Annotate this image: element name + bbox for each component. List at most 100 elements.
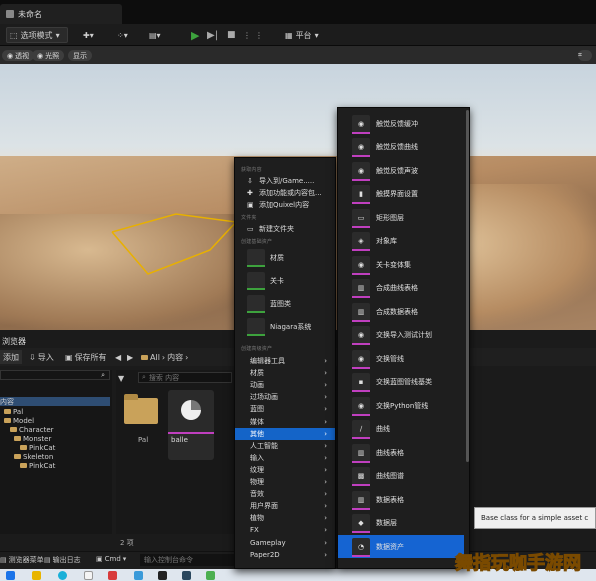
import-icon: ⇩ xyxy=(29,352,36,362)
save-all-button[interactable]: ▣ 保存所有 xyxy=(62,350,110,364)
menu-item-new-folder[interactable]: ▭ 新建文件夹 xyxy=(235,223,335,235)
folder-icon xyxy=(14,436,21,441)
tree-item-character[interactable]: Character xyxy=(10,425,54,434)
submenu-item[interactable]: 人工智能 › xyxy=(235,440,335,452)
create-niagara-button[interactable]: Niagara系统 xyxy=(247,318,333,336)
perspective-button[interactable]: ◉ 透视 xyxy=(2,50,35,61)
item-count: 2 项 xyxy=(120,539,134,547)
create-material-button[interactable]: 材质 xyxy=(247,249,333,267)
other-menu-item[interactable]: ◉ 交换导入测试计划 xyxy=(338,324,464,347)
filter-icon[interactable]: ▼ xyxy=(118,374,132,383)
submenu-item[interactable]: 输入 › xyxy=(235,452,335,464)
submenu-item[interactable]: 蓝图 › xyxy=(235,403,335,415)
app-icon-2[interactable] xyxy=(108,571,117,580)
blueprint-button[interactable]: ⁘▾ xyxy=(114,27,131,43)
back-button[interactable]: ◀ xyxy=(112,350,124,364)
tree-item-model[interactable]: Model xyxy=(4,416,34,425)
submenu-item[interactable]: 动画 › xyxy=(235,379,335,391)
submenu-item[interactable]: 其他 › xyxy=(235,427,335,440)
submenu-item[interactable]: 物理 › xyxy=(235,476,335,488)
explorer-icon[interactable] xyxy=(32,571,41,580)
submenu-item[interactable]: 材质 › xyxy=(235,367,335,379)
start-icon[interactable] xyxy=(6,571,15,580)
asset-search-input[interactable]: ⌕ 搜索 内容 xyxy=(138,372,232,383)
other-menu-item[interactable]: ◉ 交换Python管线 xyxy=(338,394,464,417)
other-menu-item[interactable]: ▪ 交换蓝图管线基类 xyxy=(338,371,464,394)
tree-item-pal[interactable]: Pal xyxy=(4,407,23,416)
submenu-scrollbar[interactable] xyxy=(466,110,469,462)
other-menu-item[interactable]: ◉ 交换管线 xyxy=(338,347,464,370)
other-menu-item[interactable]: ▥ 合成数据表格 xyxy=(338,300,464,323)
submenu-item[interactable]: 过场动画 › xyxy=(235,391,335,403)
chevron-right-icon: › xyxy=(324,514,327,523)
submenu-item[interactable]: 媒体 › xyxy=(235,416,335,428)
folder-icon xyxy=(4,409,11,414)
breadcrumb-content[interactable]: 内容 xyxy=(167,352,183,363)
edge-icon[interactable] xyxy=(58,571,67,580)
asset-tile-balle[interactable]: balle xyxy=(168,390,214,460)
other-menu-item[interactable]: ◉ 触觉反馈缓冲 xyxy=(338,112,464,135)
submenu-item[interactable]: 音效 › xyxy=(235,488,335,500)
asset-tile-pal[interactable] xyxy=(122,394,160,426)
tree-item-pinkcat-2[interactable]: PinkCat xyxy=(20,461,55,470)
create-blueprint-button[interactable]: 蓝图类 xyxy=(247,295,333,313)
breadcrumb-all[interactable]: All xyxy=(150,353,160,362)
unreal-icon[interactable] xyxy=(158,571,167,580)
viewport-options-button[interactable]: ⌗ xyxy=(578,50,592,61)
document-tab[interactable]: 未命名 xyxy=(0,4,122,24)
other-menu-item[interactable]: ▥ 数据表格 xyxy=(338,488,464,511)
menu-item-quixel[interactable]: ▣ 添加Quixel内容 xyxy=(235,199,335,211)
lighting-button[interactable]: ◉ 光照 xyxy=(32,50,65,61)
add-button[interactable]: 添加 xyxy=(0,350,22,364)
submenu-item[interactable]: Paper2D › xyxy=(235,549,335,561)
other-menu-item[interactable]: ◉ 关卡变体集 xyxy=(338,253,464,276)
import-button[interactable]: ⇩ 导入 xyxy=(26,350,57,364)
tree-item-skeleton[interactable]: Skeleton xyxy=(14,452,53,461)
submenu-item[interactable]: Gameplay › xyxy=(235,537,335,549)
submenu-item[interactable]: 编辑器工具 › xyxy=(235,355,335,367)
create-level-button[interactable]: 关卡 xyxy=(247,272,333,290)
chevron-right-icon: › xyxy=(324,429,327,438)
step-button[interactable]: ▶| xyxy=(204,27,221,43)
tree-search-input[interactable]: ⌕ xyxy=(0,370,110,380)
app-icon[interactable] xyxy=(84,571,93,580)
other-menu-item[interactable]: ▮ 触摸界面设置 xyxy=(338,183,464,206)
forward-button[interactable]: ▶ xyxy=(124,350,136,364)
other-menu-item[interactable]: ▩ 曲线图谱 xyxy=(338,465,464,488)
submenu-item[interactable]: 纹理 › xyxy=(235,464,335,476)
viewport-toolbar: ◉ 透视 ◉ 光照 显示 ⌗ xyxy=(0,46,596,64)
play-options-button-2[interactable]: ⋮ xyxy=(252,27,266,43)
other-menu-item[interactable]: ▭ 矩形图层 xyxy=(338,206,464,229)
console-input[interactable]: 输入控制台命令 xyxy=(140,554,234,566)
menu-item-add-feature[interactable]: ✚ 添加功能或内容包... xyxy=(235,187,335,199)
other-menu-item[interactable]: ◈ 对象库 xyxy=(338,230,464,253)
platform-button[interactable]: ▦ 平台 ▾ xyxy=(282,27,322,43)
menu-item-import[interactable]: ⇩ 导入到/Game..... xyxy=(235,175,335,187)
cmd-button[interactable]: ▣ Cmd ▾ xyxy=(96,555,126,563)
other-menu-item[interactable]: ▥ 曲线表格 xyxy=(338,441,464,464)
other-menu-item[interactable]: ◉ 触觉反馈曲线 xyxy=(338,136,464,159)
other-menu-item[interactable]: ◆ 数据层 xyxy=(338,512,464,535)
app-icon-3[interactable] xyxy=(134,571,143,580)
other-menu-item[interactable]: ◉ 触觉反馈声波 xyxy=(338,159,464,182)
app-icon-4[interactable] xyxy=(206,571,215,580)
other-menu-item[interactable]: ∕ 曲线 xyxy=(338,418,464,441)
tree-item-pinkcat[interactable]: PinkCat xyxy=(20,443,55,452)
submenu-item[interactable]: 植物 › xyxy=(235,512,335,524)
output-log-button[interactable]: ▤ 输出日志 xyxy=(44,555,81,565)
content-drawer-button[interactable]: ▤ 测览器菜单 xyxy=(0,555,44,565)
content-browser-tab[interactable]: 浏览器 xyxy=(0,334,62,348)
mode-select[interactable]: ⬚ 选项模式 ▾ xyxy=(6,27,68,43)
tree-item-content[interactable]: 内容 xyxy=(0,397,110,406)
asset-type-icon: ▥ xyxy=(352,302,370,322)
stop-button[interactable]: ■ xyxy=(224,27,239,43)
cinematics-button[interactable]: ▤▾ xyxy=(146,27,164,43)
steam-icon[interactable] xyxy=(182,571,191,580)
tree-item-monster[interactable]: Monster xyxy=(14,434,51,443)
play-button[interactable]: ▶ xyxy=(188,27,202,43)
submenu-item[interactable]: FX › xyxy=(235,524,335,536)
add-actor-button[interactable]: ✚▾ xyxy=(80,27,97,43)
submenu-item[interactable]: 用户界面 › xyxy=(235,500,335,512)
show-button[interactable]: 显示 xyxy=(68,50,92,61)
other-menu-item[interactable]: ▥ 合成曲线表格 xyxy=(338,277,464,300)
